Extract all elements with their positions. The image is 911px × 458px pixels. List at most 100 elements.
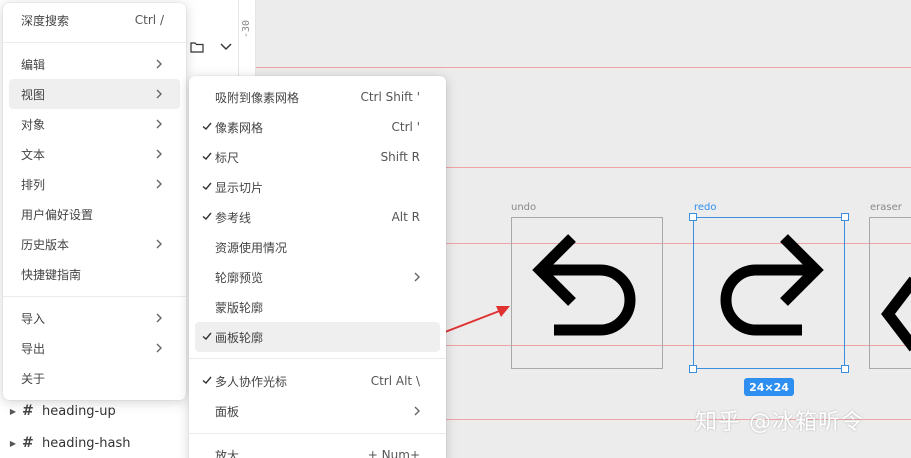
menu-item-label: 用户偏好设置 [21, 207, 94, 222]
submenu-item[interactable]: 参考线 Alt R [195, 202, 440, 232]
submenu-item[interactable]: 吸附到像素网格 Ctrl Shift ' [195, 82, 440, 112]
folder-icon[interactable] [190, 41, 204, 53]
submenu-item-shortcut: Alt R [391, 210, 420, 224]
submenu-item[interactable]: 面板 [195, 396, 440, 426]
submenu-item[interactable]: 像素网格 Ctrl ' [195, 112, 440, 142]
menu-item-label: 文本 [21, 147, 46, 162]
frame-icon: # [22, 435, 34, 451]
chevron-right-icon [156, 179, 162, 189]
submenu-item-shortcut: Ctrl ' [391, 120, 420, 134]
checkmark-icon [202, 376, 212, 384]
frame-redo[interactable] [689, 213, 849, 373]
submenu-item-label: 显示切片 [215, 180, 264, 195]
expand-icon[interactable]: ▶ [6, 407, 20, 416]
submenu-item-label: 轮廓预览 [215, 270, 264, 285]
submenu-item-label: 资源使用情况 [215, 240, 288, 255]
undo-icon [532, 234, 636, 336]
chevron-right-icon [414, 406, 420, 416]
chevron-right-icon [156, 239, 162, 249]
chevron-right-icon [156, 313, 162, 323]
eraser-icon [881, 276, 911, 352]
submenu-item[interactable]: 资源使用情况 [195, 232, 440, 262]
chevron-right-icon [414, 272, 420, 282]
menu-item[interactable]: 编辑 [9, 49, 180, 79]
submenu-item-label: 画板轮廓 [215, 330, 264, 345]
panel-toolbar [184, 36, 238, 58]
view-submenu: 吸附到像素网格 Ctrl Shift ' 像素网格 Ctrl ' 标尺 Shift R 显示… [189, 76, 446, 458]
menu-item[interactable]: 排列 [9, 169, 180, 199]
chevron-right-icon [156, 89, 162, 99]
submenu-item-shortcut: Shift R [380, 150, 420, 164]
layer-name: heading-up [42, 403, 116, 419]
menu-item-label: 深度搜索 [21, 13, 70, 28]
frame-undo[interactable] [511, 217, 663, 369]
frame-label-undo[interactable]: undo [511, 202, 536, 213]
resize-handle[interactable] [689, 213, 697, 221]
submenu-item-label: 像素网格 [215, 120, 264, 135]
submenu-item[interactable]: 标尺 Shift R [195, 142, 440, 172]
annotation-arrow [444, 306, 510, 333]
resize-handle[interactable] [841, 213, 849, 221]
menu-item-shortcut: Ctrl / [134, 13, 164, 27]
submenu-item[interactable]: 蒙版轮廓 [195, 292, 440, 322]
checkmark-icon [202, 152, 212, 160]
submenu-item[interactable]: 多人协作光标 Ctrl Alt \ [195, 366, 440, 396]
expand-icon[interactable]: ▶ [6, 439, 20, 448]
submenu-item-label: 吸附到像素网格 [215, 90, 300, 105]
menu-item[interactable]: 文本 [9, 139, 180, 169]
menu-item[interactable]: 导入 [9, 303, 180, 333]
menu-separator [3, 296, 186, 297]
menu-item[interactable]: 历史版本 [9, 229, 180, 259]
submenu-item-shortcut: + Num+ [367, 448, 420, 458]
menu-item-label: 快捷键指南 [21, 267, 82, 282]
menu-separator [3, 42, 186, 43]
submenu-item[interactable]: 轮廓预览 [195, 262, 440, 292]
menu-item-label: 对象 [21, 117, 46, 132]
chevron-right-icon [156, 59, 162, 69]
size-badge: 24×24 [744, 378, 794, 396]
checkmark-icon [202, 212, 212, 220]
resize-handle[interactable] [689, 365, 697, 373]
menu-item-label: 导出 [21, 341, 46, 356]
redo-icon [720, 234, 824, 336]
menu-item-label: 视图 [21, 87, 46, 102]
main-menu: 深度搜索 Ctrl / 编辑视图对象文本排列用户偏好设置 历史版本快捷键指南导入导出关… [3, 3, 186, 400]
submenu-item[interactable]: 放大 + Num+ [195, 440, 440, 458]
menu-item[interactable]: 对象 [9, 109, 180, 139]
checkmark-icon [202, 182, 212, 190]
submenu-item-label: 蒙版轮廓 [215, 300, 264, 315]
guide-line[interactable] [238, 67, 911, 68]
submenu-item-label: 面板 [215, 404, 240, 419]
frame-label-redo[interactable]: redo [694, 202, 717, 213]
layer-name: heading-hash [42, 435, 131, 451]
frame-label-eraser[interactable]: eraser [870, 202, 902, 213]
resize-handle[interactable] [841, 365, 849, 373]
checkmark-icon [202, 332, 212, 340]
submenu-item-label: 放大 [215, 448, 240, 458]
frame-icon: # [22, 403, 34, 419]
chevron-down-icon[interactable] [220, 43, 232, 51]
chevron-right-icon [156, 119, 162, 129]
menu-item[interactable]: 导出 [9, 333, 180, 363]
menu-item-label: 编辑 [21, 57, 46, 72]
ruler-tick: -30 [241, 19, 252, 38]
chevron-right-icon [156, 149, 162, 159]
menu-item[interactable]: 视图 [9, 79, 180, 109]
watermark: 知乎 @冰箱听令 [695, 410, 864, 435]
menu-item[interactable]: 深度搜索 Ctrl / [9, 5, 180, 35]
menu-item-label: 历史版本 [21, 237, 70, 252]
menu-item-label: 排列 [21, 177, 46, 192]
submenu-item-label: 多人协作光标 [215, 374, 288, 389]
menu-separator [189, 358, 446, 359]
checkmark-icon [202, 122, 212, 130]
submenu-item-label: 参考线 [215, 210, 252, 225]
menu-item[interactable]: 关于 [9, 363, 180, 393]
submenu-item-label: 标尺 [215, 150, 240, 165]
submenu-item[interactable]: 画板轮廓 [195, 322, 440, 352]
menu-item[interactable]: 快捷键指南 [9, 259, 180, 289]
frame-eraser[interactable] [869, 217, 911, 369]
menu-item-label: 关于 [21, 371, 46, 386]
submenu-item[interactable]: 显示切片 [195, 172, 440, 202]
menu-item[interactable]: 用户偏好设置 [9, 199, 180, 229]
submenu-item-shortcut: Ctrl Shift ' [360, 90, 420, 104]
